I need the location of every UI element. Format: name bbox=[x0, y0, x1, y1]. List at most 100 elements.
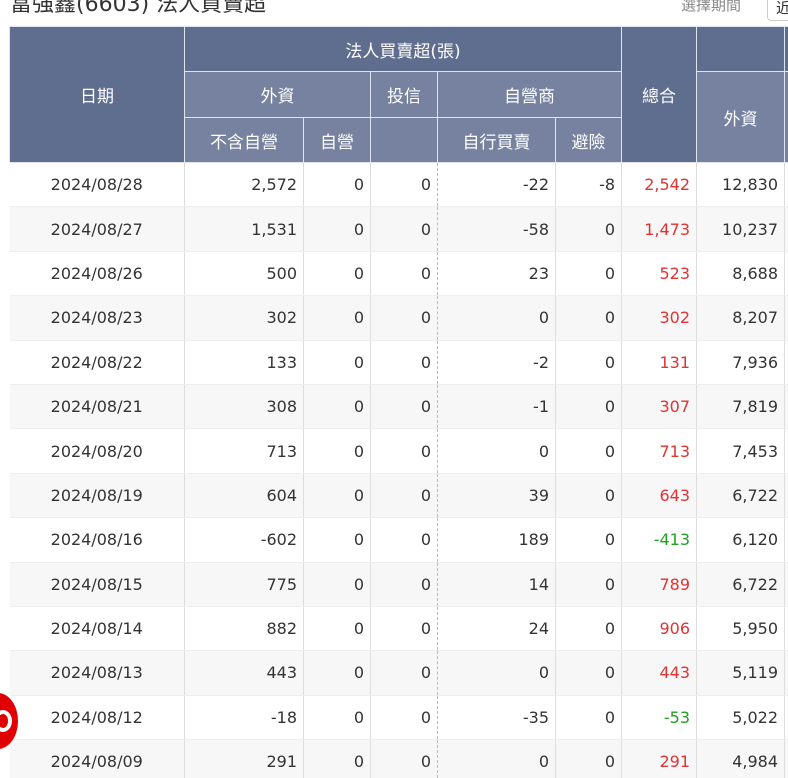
cell-dealer-self: 14 bbox=[437, 562, 556, 607]
date-select-label: 選擇期間 bbox=[681, 0, 742, 14]
cell-foreign-dealer: 0 bbox=[303, 473, 371, 519]
cell-dealer-hedge: 0 bbox=[555, 384, 623, 430]
cell-foreign-holdings: 7,936 bbox=[696, 340, 786, 385]
table-row: 2024/08/23 302 0 0 0 0 302 8,207 bbox=[9, 295, 788, 341]
date-range-select[interactable]: 近 bbox=[767, 0, 788, 21]
cell-dealer-hedge: 0 bbox=[555, 517, 623, 563]
cell-foreign-dealer: 0 bbox=[303, 162, 371, 208]
cell-total: 307 bbox=[621, 384, 698, 430]
cell-dealer-self: 23 bbox=[437, 251, 556, 297]
cell-edge bbox=[784, 340, 788, 385]
cell-total: 523 bbox=[621, 251, 698, 297]
cell-foreign-dealer: 0 bbox=[303, 340, 371, 385]
header-institutional-group: 法人買賣超(張) bbox=[183, 26, 623, 72]
cell-edge bbox=[784, 162, 788, 208]
cell-foreign-excl-dealer: 1,531 bbox=[184, 206, 304, 252]
cell-edge bbox=[784, 650, 788, 696]
header-right-edge bbox=[784, 26, 788, 72]
cell-foreign-holdings: 7,819 bbox=[696, 384, 786, 430]
cell-trust: 0 bbox=[370, 517, 438, 563]
cell-trust: 0 bbox=[370, 206, 438, 252]
cell-trust: 0 bbox=[370, 162, 438, 208]
cell-dealer-hedge: 0 bbox=[555, 428, 623, 474]
cell-dealer-self: -35 bbox=[437, 695, 556, 741]
cell-edge bbox=[784, 473, 788, 519]
header-foreign-excl-dealer[interactable]: 不含自營 bbox=[184, 117, 304, 163]
cell-total: 1,473 bbox=[621, 206, 698, 252]
cell-foreign-dealer: 0 bbox=[303, 695, 371, 741]
cell-foreign-dealer: 0 bbox=[303, 562, 371, 607]
cell-dealer-self: 189 bbox=[437, 517, 556, 563]
cell-date: 2024/08/27 bbox=[9, 206, 185, 252]
table-row: 2024/08/28 2,572 0 0 -22 -8 2,542 12,830 bbox=[9, 162, 788, 208]
cell-foreign-holdings: 7,453 bbox=[696, 428, 786, 474]
header-total[interactable]: 總合 bbox=[621, 26, 698, 163]
cell-foreign-excl-dealer: 500 bbox=[184, 251, 304, 297]
cell-total: 302 bbox=[621, 295, 698, 341]
cell-trust: 0 bbox=[370, 562, 438, 607]
cell-foreign-dealer: 0 bbox=[303, 251, 371, 297]
cell-total: 643 bbox=[621, 473, 698, 519]
cell-date: 2024/08/28 bbox=[9, 162, 185, 208]
cell-total: 2,542 bbox=[621, 162, 698, 208]
cell-dealer-hedge: 0 bbox=[555, 295, 623, 341]
cell-edge bbox=[784, 562, 788, 607]
header-dealer-self[interactable]: 自行買賣 bbox=[437, 117, 556, 163]
cell-trust: 0 bbox=[370, 384, 438, 430]
cell-foreign-dealer: 0 bbox=[303, 384, 371, 430]
cell-foreign-excl-dealer: 775 bbox=[184, 562, 304, 607]
cell-dealer-hedge: 0 bbox=[555, 606, 623, 652]
top-bar: 富強鑫(6603) 法人買賣超 選擇期間 近 bbox=[0, 0, 788, 24]
cell-date: 2024/08/19 bbox=[9, 473, 185, 519]
cell-dealer-hedge: 0 bbox=[555, 251, 623, 297]
cell-dealer-self: 39 bbox=[437, 473, 556, 519]
table-row: 2024/08/12 -18 0 0 -35 0 -53 5,022 bbox=[9, 695, 788, 741]
cell-date: 2024/08/13 bbox=[9, 650, 185, 696]
cell-edge bbox=[784, 428, 788, 474]
cell-total: 713 bbox=[621, 428, 698, 474]
cell-dealer-hedge: 0 bbox=[555, 340, 623, 385]
cell-total: -413 bbox=[621, 517, 698, 563]
cell-date: 2024/08/16 bbox=[9, 517, 185, 563]
cell-foreign-dealer: 0 bbox=[303, 206, 371, 252]
cell-edge bbox=[784, 295, 788, 341]
cell-trust: 0 bbox=[370, 650, 438, 696]
header-dealer[interactable]: 自營商 bbox=[436, 71, 623, 118]
table-body: 2024/08/28 2,572 0 0 -22 -8 2,542 12,830 2024/08… bbox=[9, 162, 788, 778]
table-row: 2024/08/09 291 0 0 0 0 291 4,984 bbox=[9, 739, 788, 778]
cell-date: 2024/08/23 bbox=[9, 295, 185, 341]
header-foreign-holdings[interactable]: 外資 bbox=[696, 71, 786, 163]
cell-foreign-dealer: 0 bbox=[303, 517, 371, 563]
table-row: 2024/08/15 775 0 0 14 0 789 6,722 bbox=[9, 562, 788, 607]
header-trust[interactable]: 投信 bbox=[370, 71, 438, 118]
table-row: 2024/08/16 -602 0 0 189 0 -413 6,120 bbox=[9, 517, 788, 563]
cell-total: 906 bbox=[621, 606, 698, 652]
cell-trust: 0 bbox=[370, 606, 438, 652]
cell-foreign-excl-dealer: -18 bbox=[184, 695, 304, 741]
cell-foreign-excl-dealer: -602 bbox=[184, 517, 304, 563]
cell-dealer-self: -1 bbox=[437, 384, 556, 430]
cell-foreign-excl-dealer: 443 bbox=[184, 650, 304, 696]
cell-foreign-holdings: 6,722 bbox=[696, 473, 786, 519]
cell-dealer-hedge: -8 bbox=[555, 162, 623, 208]
cell-date: 2024/08/14 bbox=[9, 606, 185, 652]
institutional-trading-table-container: 日期 法人買賣超(張) 總合 外資 投信 自營商 外資 不含自營 自營 自行買賣… bbox=[9, 26, 788, 778]
cell-total: 443 bbox=[621, 650, 698, 696]
institutional-trading-table: 日期 法人買賣超(張) 總合 外資 投信 自營商 外資 不含自營 自營 自行買賣… bbox=[9, 26, 788, 778]
cell-dealer-hedge: 0 bbox=[555, 650, 623, 696]
cell-foreign-holdings: 8,207 bbox=[696, 295, 786, 341]
header-foreign[interactable]: 外資 bbox=[184, 71, 371, 118]
cell-foreign-dealer: 0 bbox=[303, 428, 371, 474]
cell-foreign-holdings: 5,119 bbox=[696, 650, 786, 696]
cell-total: 291 bbox=[621, 739, 698, 778]
cell-edge bbox=[784, 606, 788, 652]
cell-trust: 0 bbox=[370, 473, 438, 519]
header-dealer-hedge[interactable]: 避險 bbox=[554, 117, 623, 163]
header-date[interactable]: 日期 bbox=[9, 26, 185, 163]
cell-dealer-self: 0 bbox=[437, 650, 556, 696]
cell-dealer-hedge: 0 bbox=[555, 473, 623, 519]
cell-total: 789 bbox=[621, 562, 698, 607]
header-foreign-dealer[interactable]: 自營 bbox=[303, 117, 371, 163]
cell-dealer-self: -58 bbox=[437, 206, 556, 252]
cell-trust: 0 bbox=[370, 739, 438, 778]
